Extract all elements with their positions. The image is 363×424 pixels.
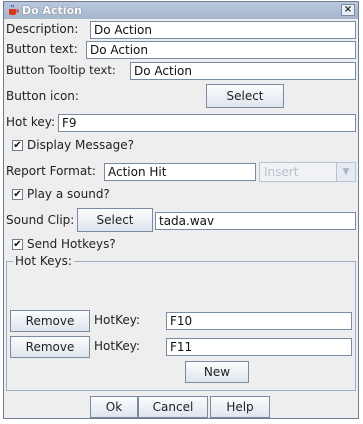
close-button[interactable]: × — [341, 4, 355, 16]
sound-clip-select-button[interactable]: Select — [77, 208, 153, 232]
title-bar[interactable]: Do Action × — [4, 2, 358, 19]
hotkey-input[interactable]: F10 — [166, 312, 352, 330]
ok-button[interactable]: Ok — [90, 396, 138, 418]
button-text-input[interactable]: Do Action — [86, 41, 356, 59]
report-format-input[interactable]: Action Hit — [104, 163, 256, 181]
button-tooltip-label: Button Tooltip text: — [6, 63, 116, 77]
button-text-label: Button text: — [6, 42, 78, 56]
window-title: Do Action — [22, 4, 82, 17]
help-button[interactable]: Help — [210, 396, 270, 418]
play-sound-checkbox[interactable]: ✔ — [12, 189, 23, 200]
chevron-down-icon: ▼ — [336, 163, 355, 181]
remove-hotkey-button[interactable]: Remove — [10, 336, 90, 358]
hotkey-label: HotKey: — [94, 313, 140, 327]
insert-dropdown: Insert ▼ — [259, 162, 356, 182]
display-message-checkbox[interactable]: ✔ — [12, 140, 23, 151]
report-format-label: Report Format: — [6, 164, 96, 178]
hot-keys-group-title: Hot Keys: — [13, 254, 74, 268]
hotkey-input[interactable]: F11 — [166, 338, 352, 356]
hot-key-input[interactable]: F9 — [58, 114, 356, 132]
play-sound-label: Play a sound? — [27, 187, 110, 201]
check-icon: ✔ — [13, 140, 22, 151]
do-action-dialog: Do Action × Description: Do Action Butto… — [3, 1, 359, 419]
hotkey-label: HotKey: — [94, 339, 140, 353]
close-icon: × — [343, 4, 353, 15]
description-input[interactable]: Do Action — [90, 21, 356, 39]
check-icon: ✔ — [13, 189, 22, 200]
java-cup-icon — [9, 4, 19, 15]
sound-clip-input[interactable]: tada.wav — [155, 212, 356, 230]
remove-hotkey-button[interactable]: Remove — [10, 310, 90, 332]
insert-dropdown-value: Insert — [264, 165, 299, 179]
sound-clip-label: Sound Clip: — [6, 213, 75, 227]
button-tooltip-input[interactable]: Do Action — [130, 62, 356, 80]
hot-key-label: Hot key: — [6, 115, 56, 129]
new-hotkey-button[interactable]: New — [185, 361, 249, 383]
display-message-label: Display Message? — [27, 138, 135, 152]
send-hotkeys-checkbox[interactable]: ✔ — [12, 239, 23, 250]
cancel-button[interactable]: Cancel — [138, 396, 208, 418]
button-icon-select-button[interactable]: Select — [206, 84, 284, 108]
send-hotkeys-label: Send Hotkeys? — [27, 237, 116, 251]
description-label: Description: — [6, 22, 79, 36]
check-icon: ✔ — [13, 239, 22, 250]
button-icon-label: Button icon: — [6, 89, 79, 103]
